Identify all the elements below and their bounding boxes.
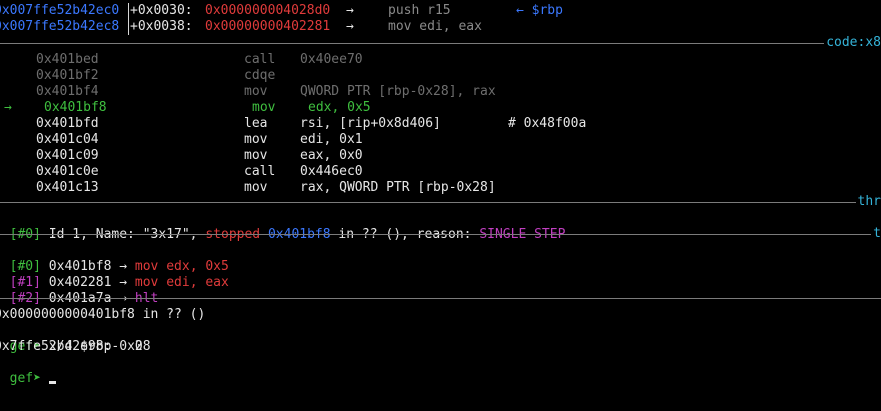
code-line[interactable]: 0x401bf2 cdqe: [0, 68, 881, 84]
gef-prompt: gef➤: [9, 371, 41, 386]
stack-row: 0x007ffe52b42ec8 +0x0038: 0x000000004022…: [0, 19, 881, 35]
stack-address: 0x007ffe52b42ec8: [0, 19, 120, 34]
code-line[interactable]: 0x401c13 mov rax, QWORD PTR [rbp-0x28]: [0, 180, 881, 196]
stack-value: 0x00000000402281: [205, 19, 331, 34]
arrow-icon: →: [346, 19, 354, 34]
console-separator: [0, 298, 881, 299]
stack-instruction: mov edi, eax: [388, 19, 482, 34]
trace-line: [#1] 0x402281 → mov edi, eax: [0, 259, 875, 290]
code-operands: rax, QWORD PTR [rbp-0x28]: [300, 180, 496, 195]
code-mnemonic: mov: [244, 132, 268, 147]
code-address: 0x401bfd: [36, 116, 99, 131]
stack-value: 0x000000004028d0: [205, 3, 331, 18]
code-address: 0x401c0e: [36, 164, 99, 179]
code-address: 0x401c04: [36, 132, 99, 147]
threads-separator: thr: [0, 194, 881, 210]
code-mnemonic: call: [244, 52, 276, 67]
stack-address: 0x007ffe52b42ec0: [0, 3, 120, 18]
code-line[interactable]: 0x401bfd lea rsi, [rip+0x8d406] # 0x48f0…: [0, 116, 881, 132]
stack-offset: +0x0030:: [130, 3, 193, 18]
text-cursor[interactable]: [48, 381, 56, 384]
trace-line: [#0] 0x401bf8 → mov edx, 0x5: [0, 243, 875, 274]
code-mnemonic: mov: [244, 148, 268, 163]
code-address: 0x401bf8: [44, 100, 107, 115]
code-address: 0x401bf4: [36, 84, 99, 99]
code-line[interactable]: 0x401c09 mov eax, 0x0: [0, 148, 881, 164]
console-command-line: gef➤ x/d $rbp-0x28: [0, 323, 875, 354]
code-mnemonic: call: [244, 164, 276, 179]
threads-section-label: thr: [855, 194, 881, 210]
code-separator: code:x8: [0, 35, 881, 51]
stack-divider: [128, 3, 129, 35]
code-operands: edi, 0x1: [300, 132, 363, 147]
code-line[interactable]: 0x401c04 mov edi, 0x1: [0, 132, 881, 148]
code-line[interactable]: 0x401c0e call 0x446ec0: [0, 164, 881, 180]
console-result: 0x7ffe52b42e98: 0: [0, 339, 143, 354]
stack-note: ← $rbp: [516, 3, 563, 18]
console-input-line[interactable]: gef➤: [0, 355, 875, 386]
arrow-icon: →: [346, 3, 354, 18]
trace-separator: t: [0, 226, 881, 242]
code-section-label: code:x8: [824, 35, 881, 51]
code-address: 0x401bed: [36, 52, 99, 67]
code-line[interactable]: 0x401bf4 mov QWORD PTR [rbp-0x28], rax: [0, 84, 881, 100]
stack-row: 0x007ffe52b42ec0 +0x0030: 0x000000004028…: [0, 3, 881, 19]
code-comment: # 0x48f00a: [508, 116, 587, 131]
trace-section-label: t: [871, 226, 881, 242]
code-mnemonic: mov: [252, 100, 276, 115]
stack-instruction: push r15: [388, 3, 451, 18]
code-mnemonic: mov: [244, 180, 268, 195]
stack-offset: +0x0038:: [130, 19, 193, 34]
console-location: 0x0000000000401bf8 in ?? (): [0, 307, 206, 322]
code-operands: rsi, [rip+0x8d406]: [300, 116, 441, 131]
code-address: 0x401c09: [36, 148, 99, 163]
code-operands: QWORD PTR [rbp-0x28], rax: [300, 84, 496, 99]
code-operands: 0x40ee70: [300, 52, 363, 67]
code-address: 0x401bf2: [36, 68, 99, 83]
code-operands: 0x446ec0: [300, 164, 363, 179]
code-address: 0x401c13: [36, 180, 99, 195]
trace-line: [#2] 0x401a7a → hlt: [0, 275, 875, 306]
code-mnemonic: mov: [244, 84, 268, 99]
code-mnemonic: cdqe: [244, 68, 276, 83]
code-line[interactable]: 0x401bed call 0x40ee70: [0, 52, 881, 68]
code-operands: eax, 0x0: [300, 148, 363, 163]
current-instruction-arrow-icon: →: [4, 100, 12, 115]
code-operands: edx, 0x5: [308, 100, 371, 115]
thread-line: [#0] Id 1, Name: "3x17", stopped 0x401bf…: [0, 211, 875, 242]
code-mnemonic: lea: [244, 116, 268, 131]
code-line-current[interactable]: → 0x401bf8 mov edx, 0x5: [0, 100, 881, 116]
